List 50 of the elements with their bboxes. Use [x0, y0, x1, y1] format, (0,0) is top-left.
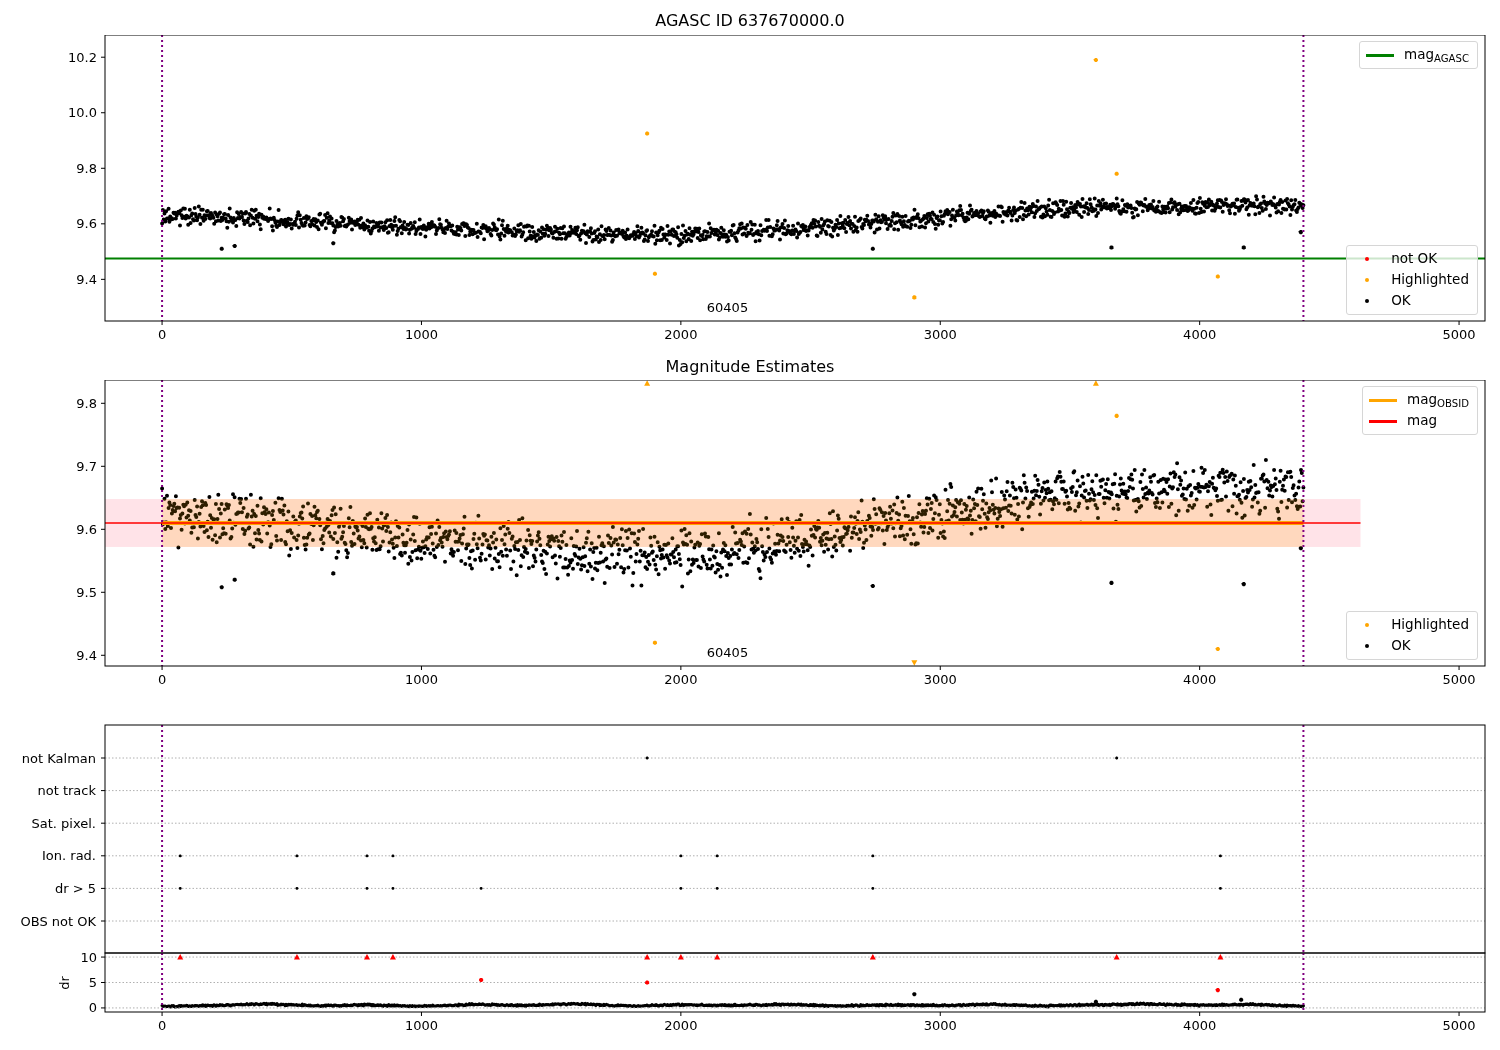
tick-label: 2000 [664, 672, 698, 687]
tick-label: 9.6 [76, 521, 97, 537]
legend-label: mag$_{AGASC}$ [1404, 48, 1470, 62]
tick-label: 9.8 [76, 395, 97, 411]
tick-label: 3000 [923, 1018, 957, 1033]
tick-label: 2000 [664, 327, 698, 340]
category-label: not track [37, 783, 96, 799]
annotation-label: 60405 [706, 645, 749, 660]
tick-label: 10 [80, 949, 97, 965]
legend-label: mag$_{OBSID}$ [1407, 393, 1470, 407]
tick-label: 5000 [1442, 327, 1476, 340]
legend-label: not OK [1391, 252, 1439, 266]
tick-label: 3000 [923, 672, 957, 687]
tick-label: 5000 [1442, 672, 1476, 687]
tick-label: 9.4 [76, 271, 97, 287]
chart-title: AGASC ID 637670000.0 [655, 13, 845, 29]
category-label: Ion. rad. [42, 848, 96, 864]
tick-label: 2000 [664, 1018, 698, 1033]
tick-label: 9.6 [76, 216, 97, 232]
tick-label: 9.8 [76, 160, 97, 176]
tick-label: 9.5 [76, 584, 97, 600]
tick-label: 1000 [404, 327, 438, 340]
tick-label: 10.0 [68, 105, 97, 121]
tick-label: 1000 [404, 672, 438, 687]
tick-label: 0 [157, 327, 167, 340]
axis-label: dr [57, 976, 72, 990]
category-label: OBS not OK [20, 913, 96, 929]
annotation-label: 60405 [706, 300, 749, 315]
legend-label: Highlighted [1391, 618, 1470, 632]
tick-label: 5000 [1442, 1018, 1476, 1033]
tick-label: 9.7 [76, 458, 97, 474]
category-label: Sat. pixel. [31, 815, 96, 831]
tick-label: 4000 [1183, 1018, 1217, 1033]
category-label: not Kalman [21, 750, 96, 766]
category-label: dr > 5 [54, 880, 96, 896]
tick-label: 0 [88, 1000, 97, 1016]
chart-title: Magnitude Estimates [665, 359, 835, 375]
tick-label: 0 [157, 1018, 167, 1033]
tick-label: 0 [157, 672, 167, 687]
legend-label: OK [1391, 294, 1412, 308]
tick-label: 4000 [1183, 672, 1217, 687]
tick-label: 10.2 [68, 49, 97, 65]
tick-label: 4000 [1183, 327, 1217, 340]
legend-label: OK [1391, 639, 1412, 653]
tick-label: 9.4 [76, 647, 97, 663]
tick-label: 1000 [404, 1018, 438, 1033]
legend-label: Highlighted [1391, 273, 1470, 287]
tick-label: 5 [88, 975, 97, 990]
legend-label: mag [1407, 414, 1439, 428]
tick-label: 3000 [923, 327, 957, 340]
